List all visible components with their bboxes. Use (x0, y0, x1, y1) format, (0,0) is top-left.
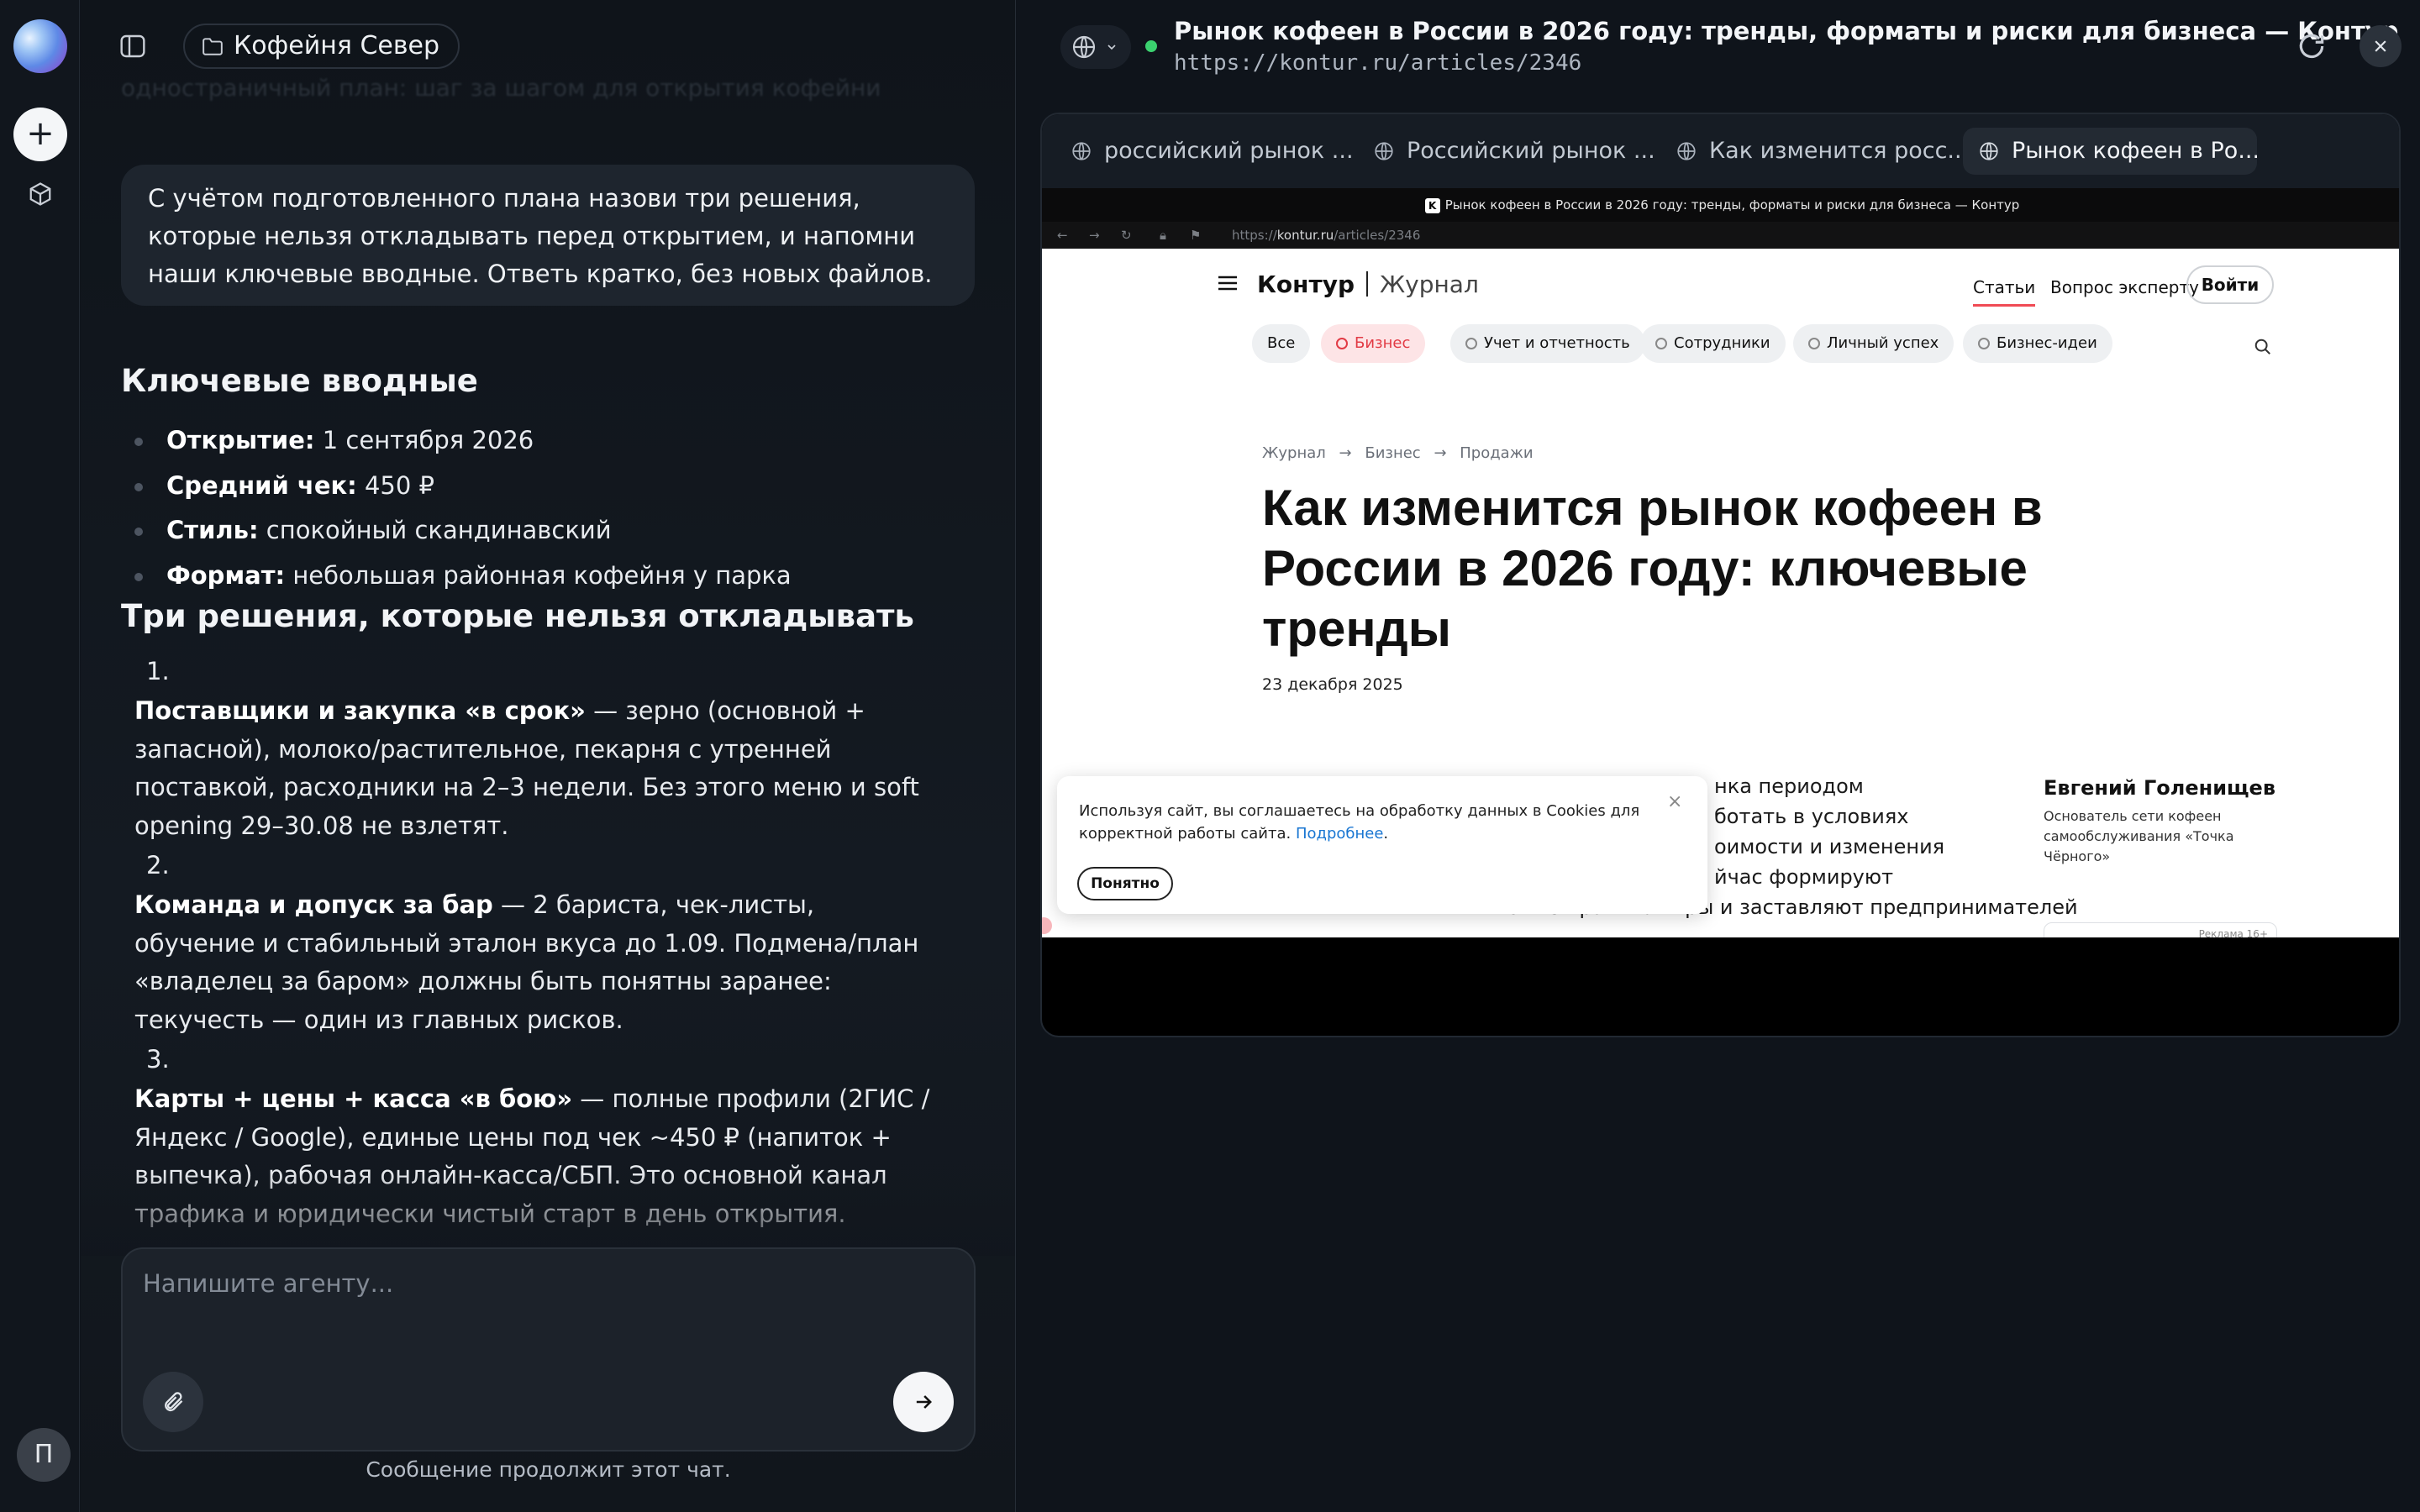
author-card: Евгений Голенищев Основатель сети кофеен… (2044, 776, 2296, 867)
arrow-right-icon (916, 1395, 932, 1409)
chat-widget-bubble[interactable] (1042, 917, 1052, 934)
search-icon[interactable] (2254, 338, 2272, 356)
cookie-banner: Используя сайт, вы соглашаетесь на обраб… (1057, 776, 1707, 914)
browser-pane: Рынок кофеен в России в 2026 году: тренд… (1017, 0, 2420, 1512)
globe-icon (1072, 142, 1091, 160)
category-business-ideas[interactable]: Бизнес-идеи (1963, 324, 2112, 363)
category-all[interactable]: Все (1252, 324, 1311, 363)
category-filters: Все Бизнес Учет и отчетность Сотрудники … (1042, 324, 2399, 366)
browser-frame: российский рынок ... Российский рынок ..… (1040, 113, 2401, 1037)
cookie-text: Используя сайт, вы соглашаетесь на обраб… (1079, 802, 1640, 843)
article-title: Как изменится рынок кофеен в России в 20… (1262, 480, 2043, 657)
menu-icon[interactable] (1218, 276, 1237, 291)
list-item: Формат: небольшая районная кофейня у пар… (121, 554, 961, 599)
back-icon[interactable]: ← (1057, 222, 1068, 249)
nav-articles[interactable]: Статьи (1973, 277, 2036, 307)
sidebar-toggle-icon[interactable] (119, 34, 146, 59)
category-employees[interactable]: Сотрудники (1640, 324, 1786, 363)
lock-icon: 🔒︎ (1160, 228, 1166, 243)
cookie-more-link[interactable]: Подробнее (1296, 825, 1383, 843)
site-logo[interactable]: Контур Журнал (1257, 270, 1479, 298)
site-menu-dropdown[interactable] (1060, 25, 1131, 69)
cube-icon[interactable] (28, 181, 53, 207)
new-chat-button[interactable]: + (13, 108, 67, 161)
paperclip-icon (165, 1392, 183, 1412)
faded-previous-text: одностраничный план: шаг за шагом для от… (121, 74, 881, 102)
message-composer[interactable]: Напишите агенту... (121, 1247, 976, 1452)
breadcrumb: Журнал → Бизнес → Продажи (1262, 444, 1534, 462)
browser-tab-active[interactable]: Рынок кофеен в Ро... (1963, 128, 2257, 175)
ad-banner[interactable]: Реклама 16+ (2044, 922, 2277, 937)
decisions-heading: Три решения, которые нельзя откладывать (121, 598, 914, 634)
composer-placeholder[interactable]: Напишите агенту... (143, 1269, 393, 1298)
category-business[interactable]: Бизнес (1321, 324, 1426, 363)
nav-ask-expert[interactable]: Вопрос эксперту (2050, 277, 2199, 297)
chevron-down-icon (1107, 45, 1116, 50)
category-personal-success[interactable]: Личный успех (1793, 324, 1954, 363)
inner-window-title: K Рынок кофеен в России в 2026 году: трен… (1042, 188, 2399, 222)
globe-icon (1072, 35, 1096, 59)
decisions-list: 1. Поставщики и закупка «в срок» — зерно… (134, 651, 966, 1233)
login-button[interactable]: Войти (2186, 265, 2274, 304)
list-item: Средний чек: 450 ₽ (121, 464, 961, 509)
globe-icon (1980, 142, 1998, 160)
reload-icon[interactable]: ↻ (1121, 222, 1132, 249)
list-item: Стиль: спокойный скандинавский (121, 508, 961, 554)
send-button[interactable] (893, 1372, 954, 1432)
browser-tabs: российский рынок ... Российский рынок ..… (1042, 114, 2399, 188)
close-browser-button[interactable] (2360, 25, 2402, 67)
project-chip[interactable]: Кофейня Север (183, 24, 460, 69)
inner-url[interactable]: https://kontur.ru/articles/2346 (1232, 222, 1420, 249)
app-rail: + П (0, 0, 80, 1512)
inputs-list: Открытие: 1 сентября 2026 Средний чек: 4… (121, 418, 961, 598)
browser-header: Рынок кофеен в России в 2026 году: тренд… (1017, 0, 2420, 92)
connection-status-dot (1145, 40, 1157, 52)
author-name: Евгений Голенищев (2044, 776, 2275, 800)
reload-icon[interactable] (2296, 30, 2328, 62)
tracker-icon: ⚑ (1190, 228, 1202, 243)
folder-icon (203, 38, 223, 55)
inputs-heading: Ключевые вводные (121, 363, 478, 399)
cookie-accept-button[interactable]: Понятно (1077, 867, 1173, 900)
inner-address-bar: ← → ↻ 🔒︎ ⚑ https://kontur.ru/articles/23… (1042, 222, 2399, 249)
author-role: Основатель сети кофеен самообслуживания … (2044, 808, 2234, 864)
kontur-favicon: K (1424, 197, 1440, 213)
scroll-fade (81, 1172, 1015, 1256)
forward-icon[interactable]: → (1089, 222, 1100, 249)
globe-icon (1375, 142, 1393, 160)
article-body: нка периодом ботать в условиях оимости и… (1494, 774, 2078, 919)
globe-icon (1677, 142, 1696, 160)
list-item: 2. Команда и допуск за бар — 2 бариста, … (134, 851, 919, 1034)
close-icon[interactable]: × (1667, 791, 1682, 812)
list-item: Открытие: 1 сентября 2026 (121, 418, 961, 464)
browser-tab[interactable]: Как изменится росс... (1660, 128, 1963, 175)
attach-button[interactable] (143, 1372, 203, 1432)
browser-tab[interactable]: Российский рынок ... (1358, 128, 1660, 175)
project-name: Кофейня Север (234, 31, 440, 60)
browser-tab[interactable]: российский рынок ... (1055, 128, 1358, 175)
category-accounting[interactable]: Учет и отчетность (1450, 324, 1645, 363)
list-item: 1. Поставщики и закупка «в срок» — зерно… (134, 657, 919, 840)
user-message-bubble: С учётом подготовленного плана назови тр… (121, 165, 975, 306)
close-icon (2375, 40, 2386, 52)
page-title: Рынок кофеен в России в 2026 году: тренд… (1174, 17, 2399, 45)
page-url[interactable]: https://kontur.ru/articles/2346 (1174, 50, 1581, 76)
article-date: 23 декабря 2025 (1262, 675, 1403, 694)
workspace-avatar[interactable] (13, 19, 67, 73)
chat-pane: Кофейня Север одностраничный план: шаг з… (81, 0, 1016, 1512)
website-screenshot: K Рынок кофеен в России в 2026 году: трен… (1042, 188, 2399, 937)
site-navbar: Контур Журнал Статьи Вопрос эксперту Войт… (1042, 249, 2399, 316)
user-avatar[interactable]: П (17, 1428, 71, 1482)
composer-footnote: Сообщение продолжит этот чат. (366, 1457, 731, 1482)
